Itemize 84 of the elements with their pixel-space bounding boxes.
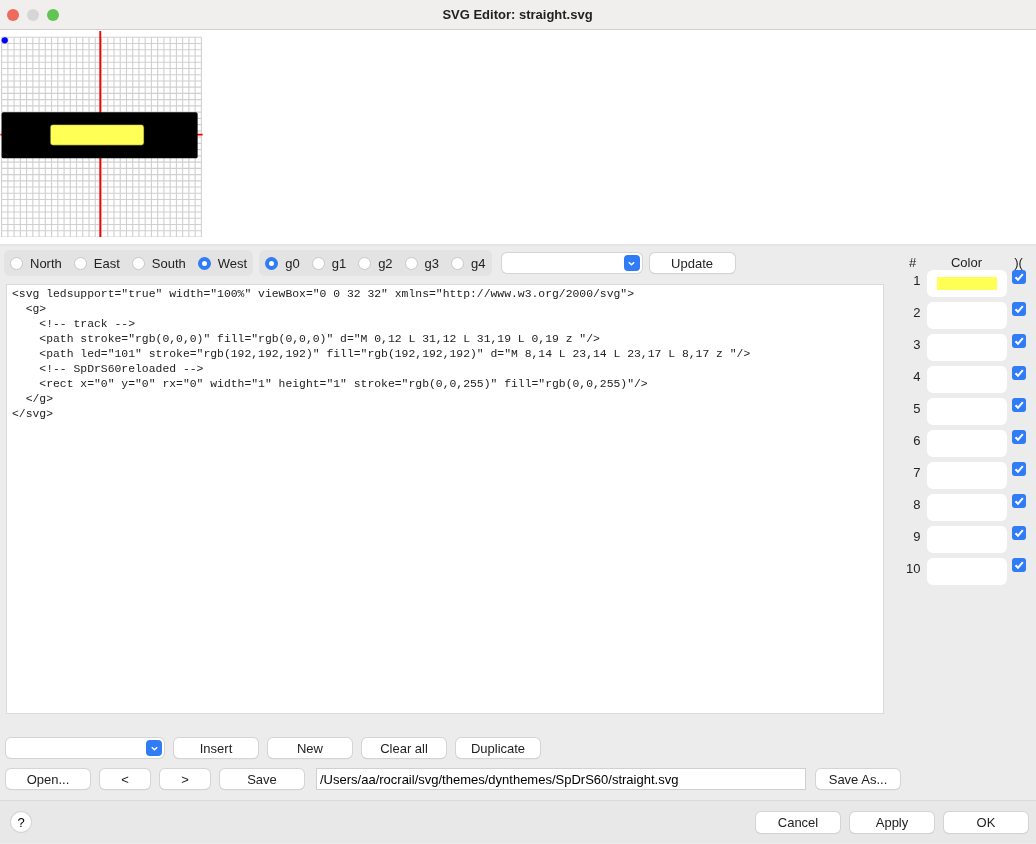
checkbox[interactable] [1011, 430, 1026, 444]
row-number: 1 [912, 273, 921, 288]
code-line: <path stroke="rgb(0,0,0)" fill="rgb(0,0,0)" d="M 0,12 L 31,12 L 31,19 L 0,19 z "/> [38, 332, 601, 347]
row-number: 10 [905, 561, 921, 576]
radio-label: g4 [471, 255, 486, 271]
checkbox[interactable] [1011, 462, 1026, 476]
radio-button[interactable] [451, 256, 465, 270]
row-number: 3 [912, 337, 921, 352]
radio-button[interactable] [73, 256, 87, 270]
radio-option[interactable]: North [10, 255, 62, 271]
file-button[interactable]: Save [220, 769, 304, 789]
code-line: <!-- SpDrS60reloaded --> [38, 362, 205, 377]
checkbox[interactable] [1011, 270, 1026, 284]
zoom-button[interactable] [47, 8, 59, 21]
number-header: # [907, 255, 918, 270]
dialog-button[interactable]: OK [944, 811, 1028, 833]
code-line: <path led="101" stroke="rgb(192,192,192)" fill="rgb(192,192,192)" d="M 8,14 L 23,14 L 23,17 L 8,17 z "/> [38, 347, 752, 362]
update-button[interactable]: Update [649, 253, 735, 273]
radio-option[interactable]: West [197, 255, 248, 271]
minimize-button[interactable] [27, 8, 39, 21]
radio-button[interactable] [265, 256, 279, 270]
radio-option[interactable]: g4 [451, 255, 486, 271]
radio-label: g3 [424, 255, 440, 271]
row-number: 2 [912, 305, 921, 320]
file-button[interactable]: < [100, 769, 150, 789]
file-button[interactable]: Open... [6, 769, 90, 789]
row-number: 8 [912, 497, 921, 512]
radio-label: g1 [331, 255, 347, 271]
code-line: <g> [24, 302, 48, 317]
code-line: <svg ledsupport="true" width="100%" viewBox="0 0 32 32" xmlns="http://www.w3.org/2000/svg"> [12, 287, 636, 302]
radio-label: g0 [285, 255, 300, 271]
radio-button[interactable] [311, 256, 325, 270]
code-line: <rect x="0" y="0" rx="0" width="1" height="1" stroke="rgb(0,0,255)" fill="rgb(0,0,255)"/> [38, 377, 649, 392]
radio-option[interactable]: East [73, 255, 120, 271]
close-button[interactable] [7, 8, 19, 21]
radio-option[interactable]: South [131, 255, 186, 271]
toolbar-button[interactable]: New [268, 738, 352, 758]
checkbox[interactable] [1011, 334, 1026, 348]
row-number: 9 [912, 529, 921, 544]
radio-label: North [30, 255, 62, 271]
toggle-header: )( [1013, 255, 1024, 270]
row-number: 7 [912, 465, 921, 480]
checkbox[interactable] [1011, 494, 1026, 508]
row-number: 6 [912, 433, 921, 448]
radio-button[interactable] [131, 256, 145, 270]
help-button[interactable]: ? [11, 812, 31, 832]
file-path-field[interactable]: /Users/aa/rocrail/svg/themes/dynthemes/SpDrS60/straight.svg [316, 768, 806, 790]
radio-button[interactable] [10, 256, 23, 270]
radio-label: g2 [378, 255, 393, 271]
radio-option[interactable]: g1 [311, 255, 347, 271]
row-number: 5 [912, 401, 921, 416]
code-line: </svg> [12, 407, 54, 422]
radio-option[interactable]: g3 [404, 255, 440, 271]
checkbox[interactable] [1011, 366, 1026, 380]
radio-label: West [217, 255, 248, 271]
toolbar-button[interactable]: Insert [174, 738, 258, 758]
toolbar-button[interactable]: Clear all [362, 738, 446, 758]
file-button[interactable]: > [160, 769, 210, 789]
radio-option[interactable]: g0 [265, 255, 300, 271]
radio-button[interactable] [404, 256, 418, 270]
color-field[interactable] [926, 270, 1007, 297]
chevron-icon [623, 255, 640, 271]
dropdown[interactable] [6, 738, 164, 758]
radio-option[interactable]: g2 [358, 255, 393, 271]
chevron-icon [146, 740, 162, 756]
code-line: </g> [24, 392, 54, 407]
checkbox[interactable] [1011, 398, 1026, 412]
toolbar-button[interactable]: Duplicate [456, 738, 540, 758]
radio-button[interactable] [197, 256, 211, 270]
save-as-button[interactable]: Save As... [816, 769, 900, 789]
row-number: 4 [912, 369, 921, 384]
radio-label: South [151, 255, 186, 271]
radio-label: East [93, 255, 120, 271]
code-editor[interactable] [6, 284, 884, 714]
radio-button[interactable] [358, 256, 372, 270]
code-line: <!-- track --> [38, 317, 137, 332]
dropdown[interactable] [501, 253, 642, 273]
color-header: Color [950, 255, 984, 270]
dialog-button[interactable]: Cancel [756, 811, 840, 833]
checkbox[interactable] [1011, 526, 1026, 540]
checkbox[interactable] [1011, 302, 1026, 316]
window-title: SVG Editor: straight.svg [441, 7, 594, 22]
checkbox[interactable] [1011, 558, 1026, 572]
dialog-button[interactable]: Apply [850, 811, 934, 833]
